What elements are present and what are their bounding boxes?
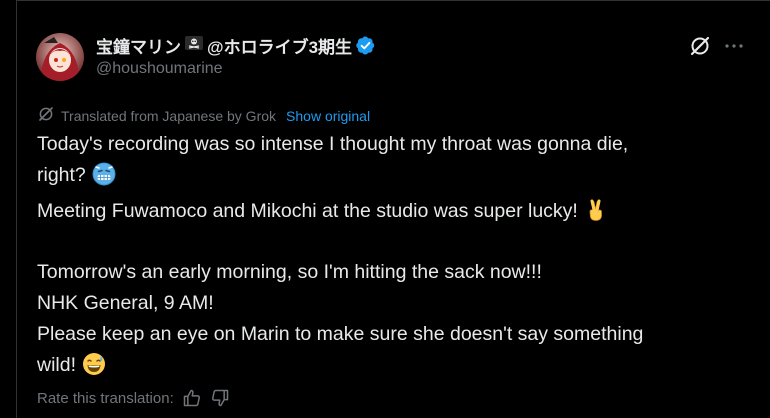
tweet-line: right? (37, 160, 737, 196)
more-options-icon[interactable] (722, 34, 746, 58)
tweet-text: Today's recording was so intense I thoug… (37, 129, 737, 386)
rate-translation: Rate this translation: (37, 388, 230, 408)
cold-face-emoji (92, 162, 116, 196)
author-handle[interactable]: @houshoumarine (96, 60, 223, 78)
avatar[interactable] (36, 33, 84, 81)
grok-icon[interactable] (688, 34, 712, 58)
grinning-sweat-emoji (82, 352, 106, 386)
tweet-line: NHK General, 9 AM! (37, 292, 214, 314)
tweet-line: Tomorrow's an early morning, so I'm hitt… (37, 261, 542, 283)
pirate-flag-icon (185, 35, 203, 56)
verified-badge-icon (356, 36, 375, 55)
author-name[interactable]: 宝鐘マリン @ホロライブ3期生 (96, 33, 375, 58)
thumbs-down-icon[interactable] (210, 388, 230, 408)
tweet-line: Today's recording was so intense I thoug… (37, 133, 629, 155)
tweet-line: Meeting Fuwamoco and Mikochi at the stud… (37, 196, 737, 232)
translation-notice: Translated from Japanese by Grok Show or… (37, 105, 370, 126)
tweet-line: wild! (37, 350, 737, 386)
translation-notice-text: Translated from Japanese by Grok (61, 107, 277, 124)
tweet-line: Please keep an eye on Marin to make sure… (37, 323, 644, 345)
author-name-suffix: @ホロライブ3期生 (207, 38, 353, 57)
thumbs-up-icon[interactable] (182, 388, 202, 408)
show-original-link[interactable]: Show original (286, 108, 370, 124)
victory-hand-emoji (584, 198, 608, 232)
author-name-main: 宝鐘マリン (96, 38, 181, 57)
grok-small-icon (37, 105, 55, 126)
rate-translation-label: Rate this translation: (37, 389, 174, 407)
